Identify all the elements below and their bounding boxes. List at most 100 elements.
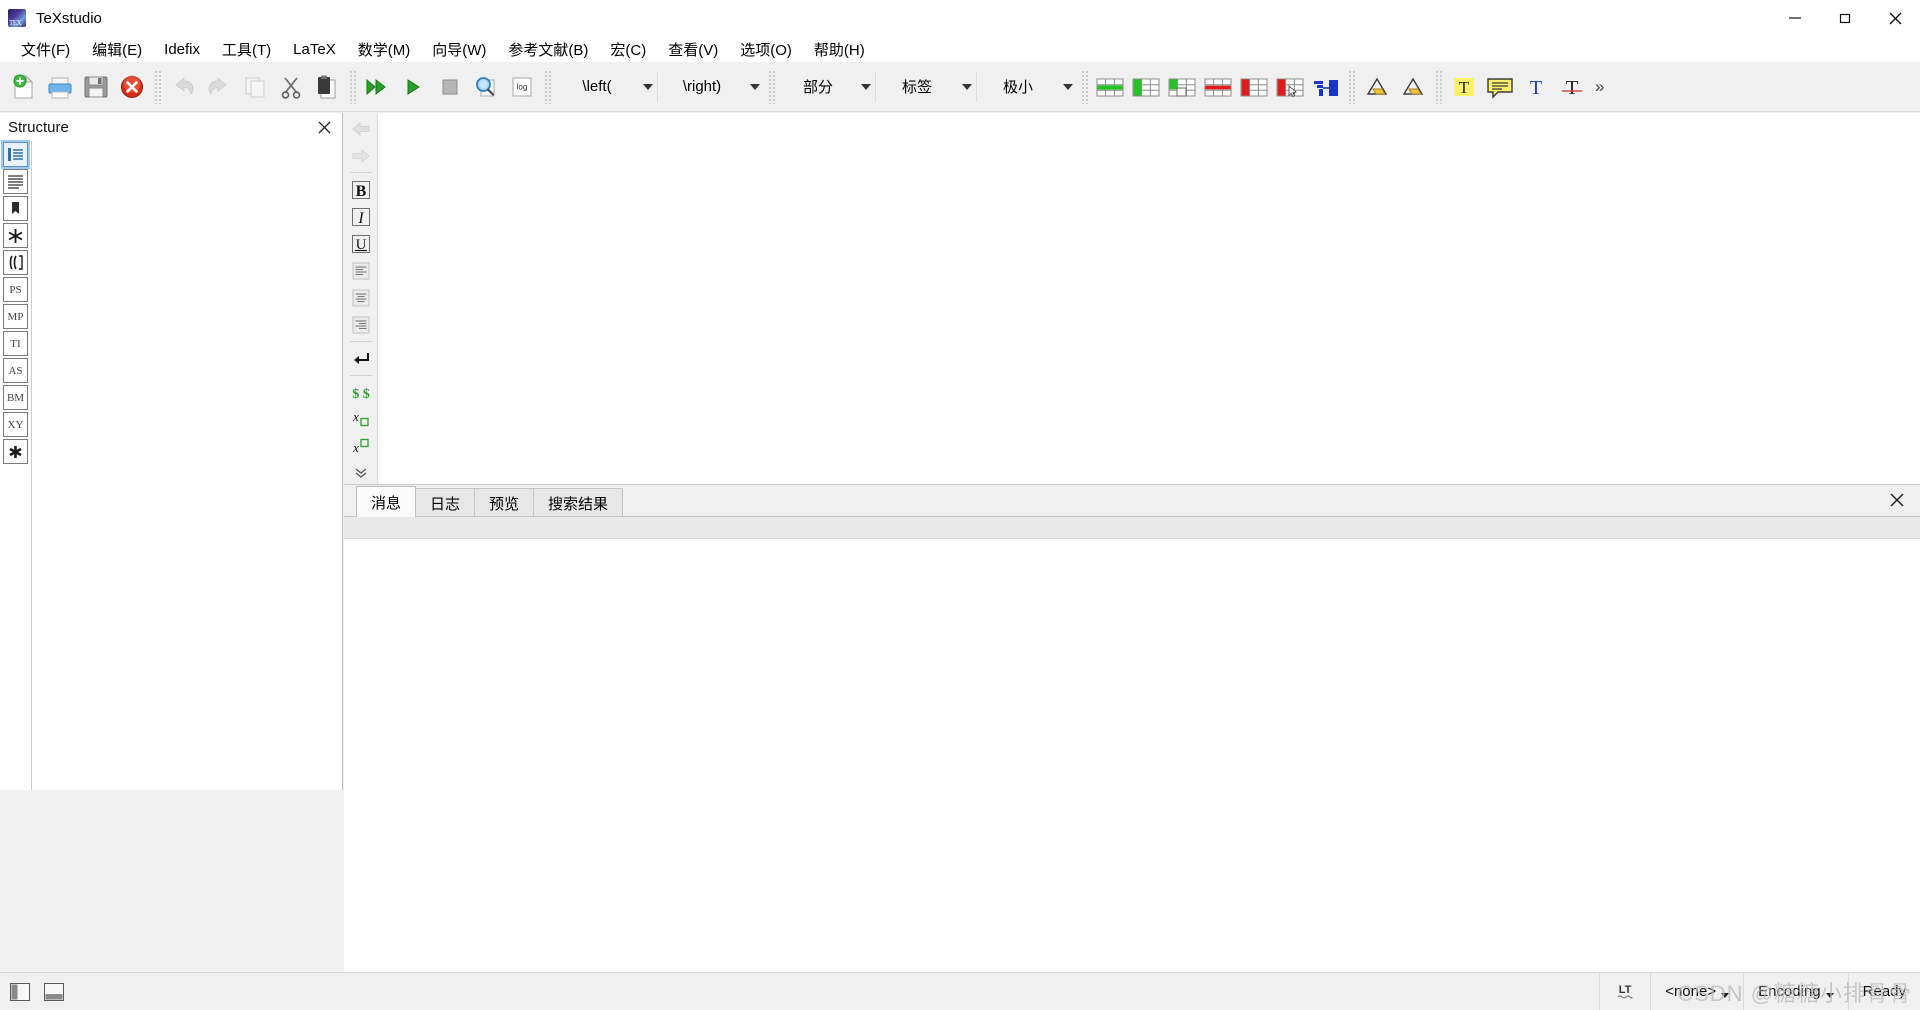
align-right-icon[interactable] (346, 311, 376, 338)
remove-column-icon[interactable] (1272, 67, 1308, 107)
menu-file[interactable]: 文件(F) (10, 37, 81, 62)
chevron-down-icon[interactable] (1826, 993, 1834, 998)
minimize-button[interactable] (1770, 0, 1820, 36)
build-and-view-icon[interactable] (360, 67, 396, 107)
toggle-structure-view-icon[interactable] (6, 979, 34, 1005)
structure-tree[interactable] (31, 141, 342, 790)
inline-math-icon[interactable]: $ $ (346, 379, 376, 406)
cut-icon[interactable] (273, 67, 309, 107)
maximize-button[interactable] (1820, 0, 1870, 36)
stop-icon[interactable] (432, 67, 468, 107)
save-document-icon[interactable] (78, 67, 114, 107)
expand-more-icon[interactable] (346, 462, 376, 484)
delete-column-icon[interactable] (1236, 67, 1272, 107)
toolbar-drag-handle-1[interactable] (154, 70, 161, 104)
strikethrough-text-icon[interactable]: T (1554, 67, 1590, 107)
chevron-down-icon[interactable] (643, 84, 653, 90)
right-bracket-combo[interactable]: \right) (658, 70, 764, 104)
menu-math[interactable]: 数学(M) (347, 37, 422, 62)
close-document-icon[interactable] (114, 67, 150, 107)
align-left-icon[interactable] (346, 257, 376, 284)
tab-log[interactable]: 日志 (415, 488, 475, 517)
fontsize-combo[interactable]: 极小 (977, 70, 1077, 104)
chevron-down-icon[interactable] (861, 84, 871, 90)
chevron-down-icon[interactable] (1063, 84, 1073, 90)
close-icon[interactable] (1886, 489, 1908, 511)
toolbar-drag-handle-6[interactable] (1348, 70, 1355, 104)
close-icon[interactable] (314, 117, 334, 137)
asymptote-symbols-icon[interactable]: AS (3, 358, 28, 383)
italic-icon[interactable]: I (346, 203, 376, 230)
toolbar-drag-handle-3[interactable] (544, 70, 551, 104)
menu-options[interactable]: 选项(O) (729, 37, 803, 62)
postscript-symbols-icon[interactable]: PS (3, 277, 28, 302)
tab-messages[interactable]: 消息 (356, 486, 416, 517)
menu-view[interactable]: 查看(V) (657, 37, 729, 62)
log-file-icon[interactable]: log (504, 67, 540, 107)
underline-icon[interactable]: U (346, 230, 376, 257)
tab-preview[interactable]: 预览 (474, 488, 534, 517)
undo-icon[interactable] (165, 67, 201, 107)
toolbar-overflow-button[interactable]: » (1590, 77, 1609, 97)
chevron-down-icon[interactable] (1721, 993, 1729, 998)
next-bookmark-icon[interactable] (1395, 67, 1431, 107)
highlight-text-icon[interactable]: T (1446, 67, 1482, 107)
bookmarks-icon[interactable] (3, 196, 28, 221)
add-column-icon[interactable] (1164, 67, 1200, 107)
comment-icon[interactable] (1482, 67, 1518, 107)
languagetool-icon[interactable]: LT (1599, 973, 1650, 1010)
section-combo[interactable]: 部分 (779, 70, 875, 104)
menu-wizards[interactable]: 向导(W) (421, 37, 497, 62)
xypic-symbols-icon[interactable]: XY (3, 412, 28, 437)
left-bracket-combo[interactable]: \left( (555, 70, 657, 104)
new-document-icon[interactable] (6, 67, 42, 107)
newline-icon[interactable] (346, 345, 376, 372)
encoding-selector[interactable]: Encoding (1743, 973, 1848, 1010)
open-document-icon[interactable] (42, 67, 78, 107)
toolbar-drag-handle-4[interactable] (768, 70, 775, 104)
text-color-icon[interactable]: T (1518, 67, 1554, 107)
compile-icon[interactable] (396, 67, 432, 107)
toolbar-drag-handle-5[interactable] (1081, 70, 1088, 104)
subscript-icon[interactable]: x (346, 406, 376, 433)
symbols-asterisk-icon[interactable] (3, 223, 28, 248)
menu-latex[interactable]: LaTeX (282, 39, 347, 60)
redo-icon[interactable] (201, 67, 237, 107)
copy-icon[interactable] (237, 67, 273, 107)
metapost-symbols-icon[interactable]: MP (3, 304, 28, 329)
insert-row-icon[interactable] (1092, 67, 1128, 107)
menu-edit[interactable]: 编辑(E) (81, 37, 153, 62)
bold-icon[interactable]: B (346, 176, 376, 203)
previous-bookmark-icon[interactable] (1359, 67, 1395, 107)
superscript-icon[interactable]: x (346, 433, 376, 460)
output-messages-view[interactable] (344, 539, 1920, 972)
structure-view-icon[interactable] (3, 142, 28, 167)
forward-arrow-icon[interactable] (346, 142, 376, 169)
brackets-icon[interactable] (3, 250, 28, 275)
paste-icon[interactable] (309, 67, 345, 107)
tikz-symbols-icon[interactable]: TI (3, 331, 28, 356)
toc-list-icon[interactable] (3, 169, 28, 194)
editor-canvas[interactable] (378, 113, 1920, 484)
back-arrow-icon[interactable] (346, 115, 376, 142)
tab-search-results[interactable]: 搜索结果 (533, 488, 623, 517)
favorite-symbols-icon[interactable] (3, 439, 28, 464)
toggle-output-view-icon[interactable] (40, 979, 68, 1005)
menu-tools[interactable]: 工具(T) (211, 37, 282, 62)
label-combo[interactable]: 标签 (876, 70, 976, 104)
chevron-down-icon[interactable] (962, 84, 972, 90)
menu-idefix[interactable]: Idefix (153, 39, 211, 60)
menu-help[interactable]: 帮助(H) (803, 37, 876, 62)
bibliography-symbols-icon[interactable]: BM (3, 385, 28, 410)
chevron-down-icon[interactable] (750, 84, 760, 90)
align-center-icon[interactable] (346, 284, 376, 311)
align-columns-icon[interactable] (1308, 67, 1344, 107)
toolbar-drag-handle-2[interactable] (349, 70, 356, 104)
view-log-magnifier-icon[interactable] (468, 67, 504, 107)
close-button[interactable] (1870, 0, 1920, 36)
spell-check-language-selector[interactable]: <none> (1650, 973, 1743, 1010)
toolbar-drag-handle-7[interactable] (1435, 70, 1442, 104)
insert-column-icon[interactable] (1128, 67, 1164, 107)
delete-row-icon[interactable] (1200, 67, 1236, 107)
menu-bibliography[interactable]: 参考文献(B) (497, 37, 599, 62)
